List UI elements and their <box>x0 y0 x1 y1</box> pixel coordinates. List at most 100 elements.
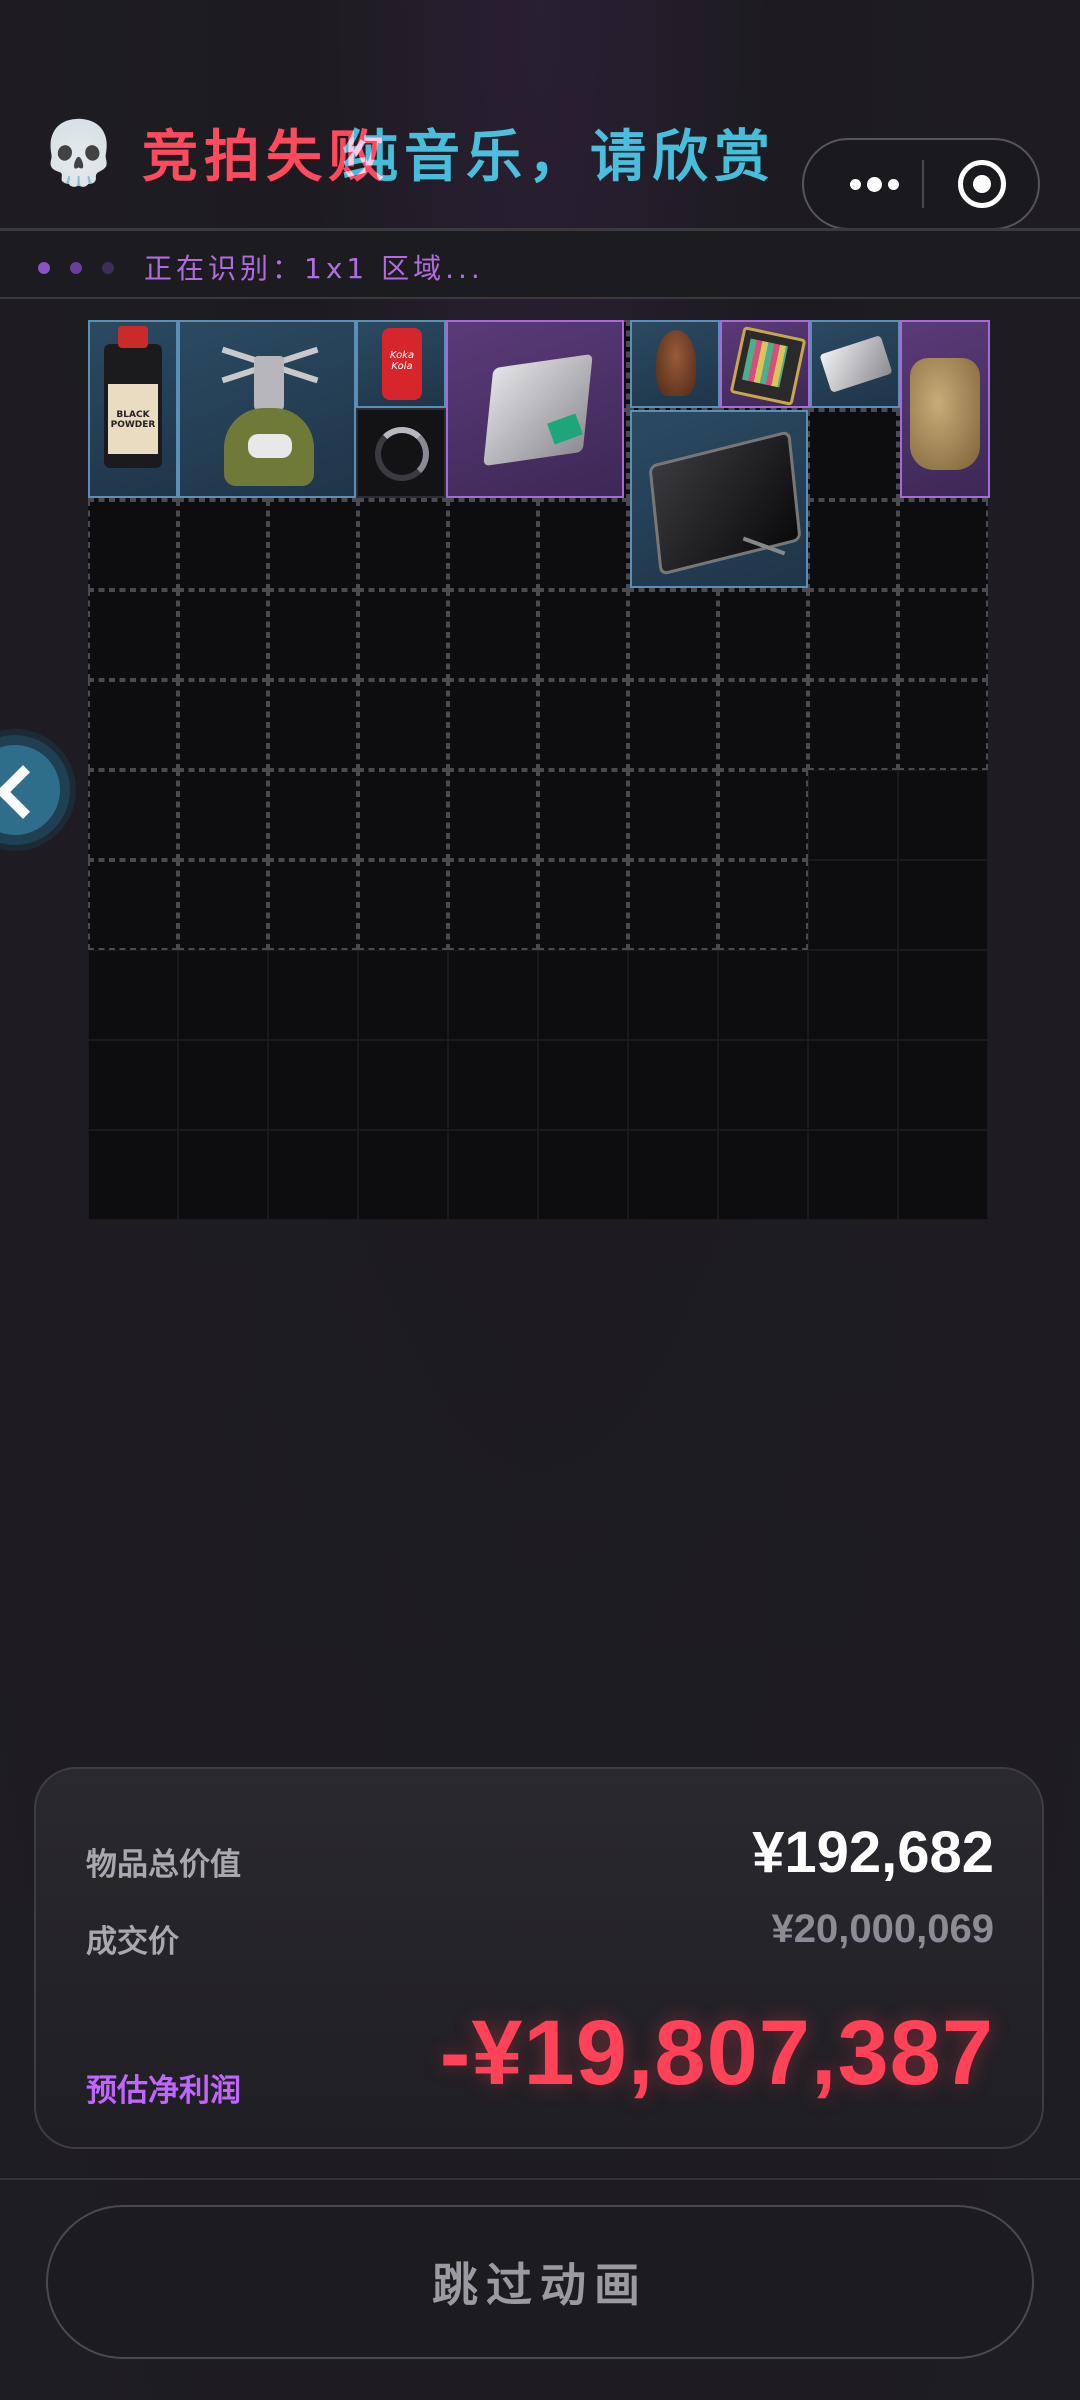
grid-cell <box>268 770 358 860</box>
back-button[interactable] <box>0 735 70 845</box>
mini-program-capsule <box>802 138 1040 230</box>
capsule-divider <box>922 160 924 208</box>
grid-cell <box>268 590 358 680</box>
bag-icon <box>910 358 980 470</box>
grid-cell <box>718 860 808 950</box>
status-text: 正在识别：1x1 区域... <box>144 252 484 285</box>
grid-cell <box>178 770 268 860</box>
deal-price-value: ¥20,000,069 <box>771 1907 994 1951</box>
grid-cell <box>178 1040 268 1130</box>
grid-cell <box>178 500 268 590</box>
total-value: ¥192,682 <box>752 1820 994 1885</box>
item-loading-slot <box>356 408 446 498</box>
grid-cell <box>898 1130 988 1220</box>
grid-cell <box>448 950 538 1040</box>
grid-cell <box>448 1040 538 1130</box>
item-metal-sheet[interactable] <box>810 320 900 408</box>
grid-cell <box>898 860 988 950</box>
grid-cell <box>898 770 988 860</box>
page-title: 竞拍失败 纯音乐，请欣赏 <box>142 112 770 193</box>
grid-cell <box>88 1130 178 1220</box>
grid-cell <box>88 500 178 590</box>
item-tablet-screen[interactable] <box>630 410 808 588</box>
grid-cell <box>628 680 718 770</box>
close-target-icon[interactable] <box>958 160 1006 208</box>
grid-cell <box>628 950 718 1040</box>
grid-cell <box>268 680 358 770</box>
skull-icon: 💀 <box>40 116 118 189</box>
grid-cell <box>88 1040 178 1130</box>
grid-cell <box>718 680 808 770</box>
grid-cell <box>358 1130 448 1220</box>
grid-cell <box>628 860 718 950</box>
grid-cell <box>628 1130 718 1220</box>
grid-cell <box>808 1130 898 1220</box>
item-cola-can[interactable]: Koka Kola <box>356 320 446 408</box>
profit-value: -¥19,807,387 <box>439 2002 994 2104</box>
grid-cell <box>538 1130 628 1220</box>
bottle-label-text: BLACK POWDER <box>110 410 156 430</box>
grid-cell <box>358 860 448 950</box>
bird-figurine-icon <box>656 330 696 396</box>
grid-cell <box>268 500 358 590</box>
grid-cell <box>448 590 538 680</box>
grid-cell <box>88 590 178 680</box>
metal-sheet-icon <box>819 335 893 393</box>
grid-cell <box>808 680 898 770</box>
grid-cell <box>538 860 628 950</box>
deal-price-label: 成交价 <box>86 1924 179 1960</box>
stove-label <box>248 434 292 458</box>
grid-cell <box>178 680 268 770</box>
grid-cell <box>898 950 988 1040</box>
grid-cell <box>808 860 898 950</box>
grid-cell <box>268 1040 358 1130</box>
cola-can-text: Koka Kola <box>389 350 415 372</box>
divider <box>0 2178 1080 2180</box>
item-canvas-bag[interactable] <box>900 320 990 498</box>
stove-burner <box>254 356 284 410</box>
grid-cell <box>358 680 448 770</box>
item-router-box[interactable] <box>446 320 624 498</box>
item-camping-stove[interactable] <box>178 320 356 498</box>
item-black-powder-bottle[interactable]: BLACK POWDER <box>88 320 178 498</box>
grid-cell <box>178 1130 268 1220</box>
grid-cell <box>88 680 178 770</box>
loading-spinner-icon <box>375 427 429 481</box>
dot <box>849 178 861 190</box>
grid-cell <box>268 950 358 1040</box>
grid-cell <box>358 500 448 590</box>
status-bar: 正在识别：1x1 区域... <box>0 231 1080 297</box>
skip-animation-button[interactable]: 跳过动画 <box>46 2205 1034 2359</box>
bottle-cap <box>118 326 148 348</box>
grid-cell <box>538 1040 628 1130</box>
grid-cell <box>538 680 628 770</box>
grid-cell <box>178 590 268 680</box>
grid-cell <box>898 590 988 680</box>
profit-label: 预估净利润 <box>86 2073 241 2109</box>
grid-cell <box>448 770 538 860</box>
grid-cell <box>358 770 448 860</box>
item-circuit-chip[interactable] <box>720 320 810 408</box>
grid-cell <box>88 950 178 1040</box>
grid-cell <box>808 590 898 680</box>
dot <box>887 178 899 190</box>
grid-cell <box>718 590 808 680</box>
total-value-label: 物品总价值 <box>86 1847 241 1883</box>
more-menu-button[interactable] <box>834 140 914 228</box>
router-icon <box>483 353 593 467</box>
grid-cell <box>718 1130 808 1220</box>
item-bird-figurine[interactable] <box>630 320 720 408</box>
grid-cell <box>538 950 628 1040</box>
grid-cell <box>448 680 538 770</box>
grid-cell <box>448 1130 538 1220</box>
grid-cell <box>898 1040 988 1130</box>
tablet-icon <box>648 430 802 576</box>
dot <box>866 176 882 192</box>
inventory-grid: BLACK POWDER Koka Kola <box>88 320 992 1224</box>
chevron-left-icon <box>0 765 50 819</box>
grid-cell <box>538 500 628 590</box>
grid-cell <box>358 950 448 1040</box>
grid-cell <box>808 770 898 860</box>
skip-animation-label: 跳过动画 <box>432 2258 648 2312</box>
grid-cell <box>358 1040 448 1130</box>
